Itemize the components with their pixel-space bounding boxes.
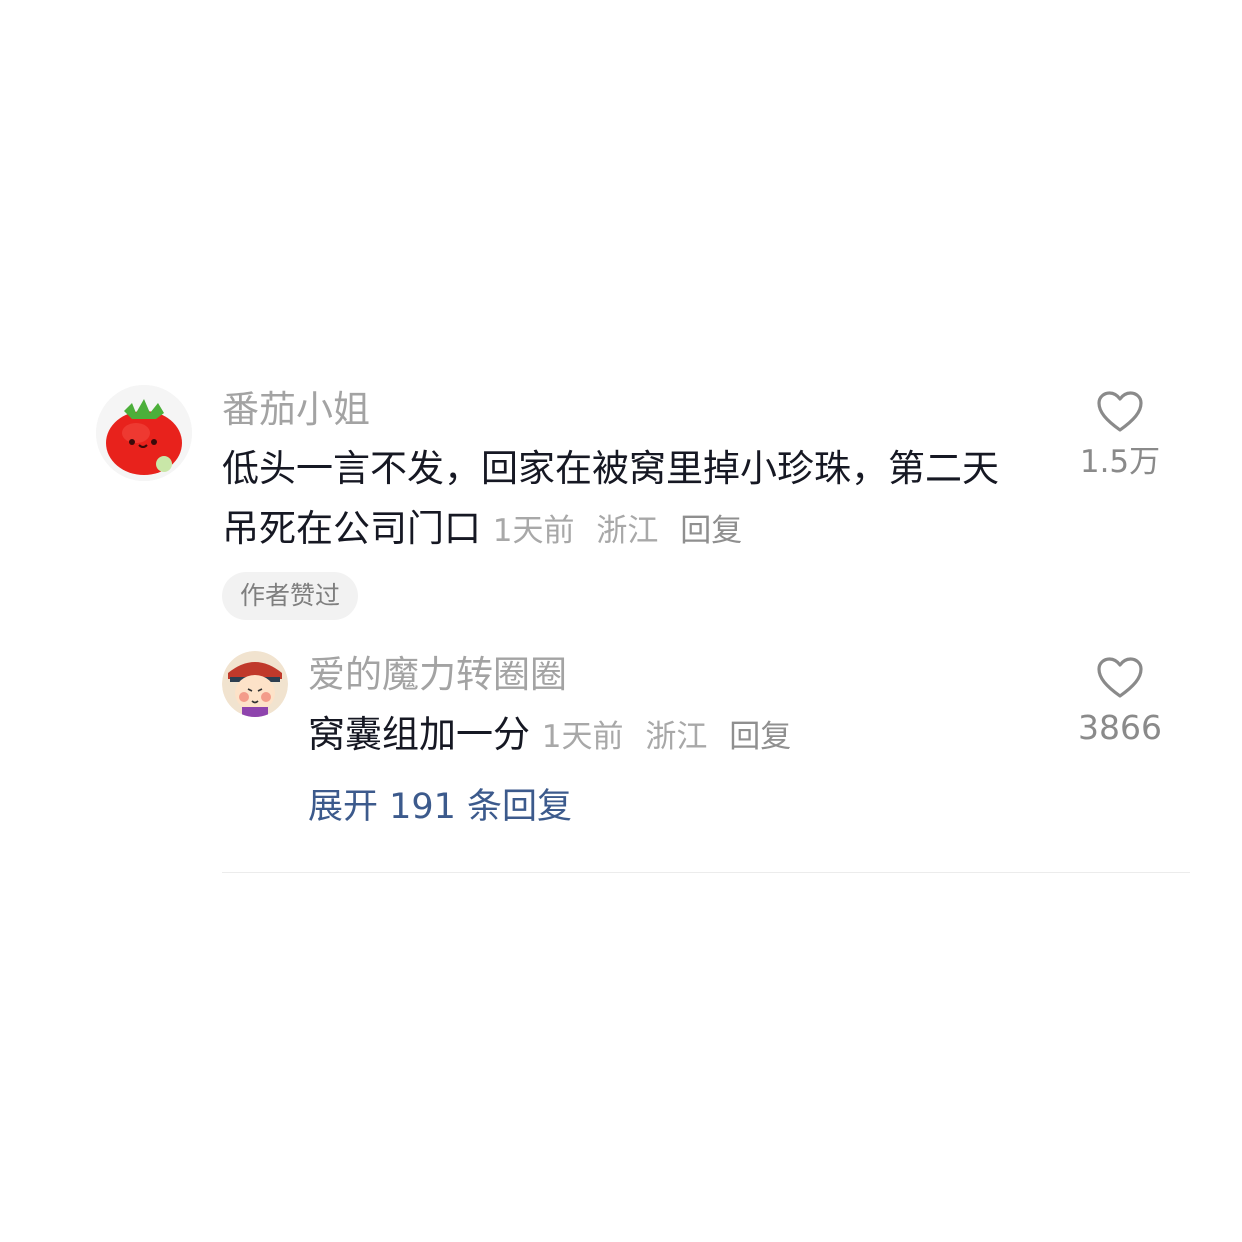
reply-reply-button[interactable]: 回复 bbox=[729, 719, 791, 755]
comment-text-line2: 吊死在公司门口 bbox=[222, 507, 481, 550]
reply-time: 1天前 bbox=[541, 719, 624, 755]
reply-location: 浙江 bbox=[645, 719, 708, 755]
reply-meta: 1天前 浙江 回复 bbox=[542, 719, 803, 755]
comment-like-button[interactable]: 1.5万 bbox=[1060, 390, 1180, 482]
comment-meta: 1天前 浙江 回复 bbox=[493, 513, 754, 549]
reply-like-button[interactable]: 3866 bbox=[1060, 656, 1180, 748]
comment-reply-button[interactable]: 回复 bbox=[680, 513, 742, 549]
expand-replies-link[interactable]: 展开 191 条回复 bbox=[308, 782, 572, 832]
tomato-avatar-icon[interactable] bbox=[96, 385, 192, 481]
comment-text-line1: 低头一言不发，回家在被窝里掉小珍珠，第二天 bbox=[222, 447, 999, 490]
comment-thread: 番茄小姐 低头一言不发，回家在被窝里掉小珍珠，第二天 吊死在公司门口 1天前 浙… bbox=[0, 0, 1242, 1242]
comment-like-count: 1.5万 bbox=[1079, 444, 1161, 480]
reply-username[interactable]: 爱的魔力转圈圈 bbox=[308, 651, 567, 699]
comment-location: 浙江 bbox=[596, 513, 659, 549]
heart-icon[interactable] bbox=[1096, 390, 1144, 434]
reply-text: 窝囊组加一分 bbox=[308, 713, 530, 756]
author-liked-badge: 作者赞过 bbox=[222, 572, 359, 620]
reply-like-count: 3866 bbox=[1078, 708, 1162, 747]
comment-time: 1天前 bbox=[492, 513, 575, 549]
reply-text-row: 窝囊组加一分 1天前 浙江 回复 bbox=[308, 705, 803, 767]
heart-icon[interactable] bbox=[1096, 656, 1144, 700]
divider bbox=[222, 872, 1190, 873]
comment-username[interactable]: 番茄小姐 bbox=[222, 386, 370, 434]
cartoon-face-avatar-icon[interactable] bbox=[222, 651, 288, 717]
comment-text: 低头一言不发，回家在被窝里掉小珍珠，第二天 吊死在公司门口 1天前 浙江 回复 bbox=[222, 439, 999, 561]
